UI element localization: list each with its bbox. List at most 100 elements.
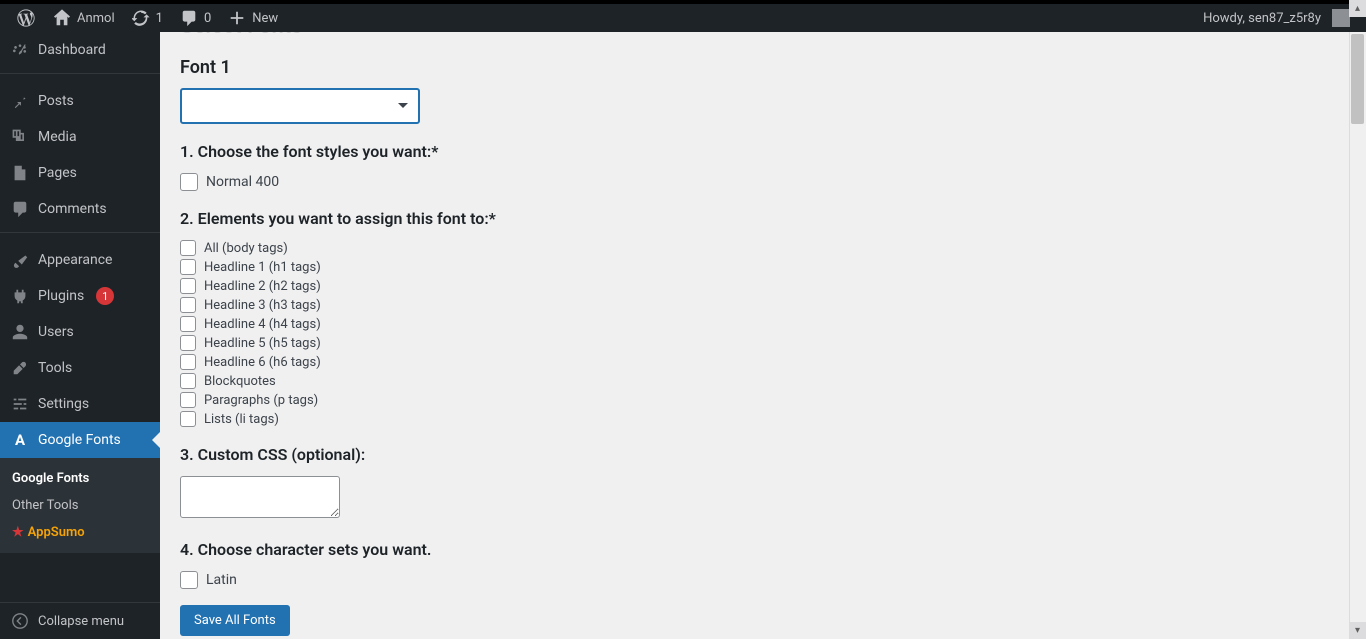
menu-appearance[interactable]: Appearance	[0, 242, 160, 278]
element-row-3[interactable]: Headline 3 (h3 tags)	[180, 297, 1346, 313]
menu-label: Plugins	[38, 288, 84, 304]
element-label: All (body tags)	[204, 241, 288, 256]
save-all-fonts-button[interactable]: Save All Fonts	[180, 605, 290, 636]
element-checkbox-2[interactable]	[180, 278, 196, 294]
menu-google-fonts[interactable]: A Google Fonts	[0, 422, 160, 458]
collapse-icon	[10, 611, 30, 631]
scrollbar-vertical[interactable]	[1349, 32, 1366, 639]
question-4: 4. Choose character sets you want.	[180, 540, 1346, 559]
admin-sidebar: Dashboard Posts Media Pages Comments App…	[0, 32, 160, 639]
element-label: Lists (li tags)	[204, 412, 279, 427]
wrench-icon	[10, 358, 30, 378]
element-checkbox-9[interactable]	[180, 411, 196, 427]
new-link[interactable]: New	[219, 4, 286, 32]
menu-label: Posts	[38, 93, 74, 109]
sliders-icon	[10, 394, 30, 414]
menu-plugins[interactable]: Plugins 1	[0, 278, 160, 314]
plugins-badge: 1	[96, 287, 114, 305]
element-label: Headline 6 (h6 tags)	[204, 355, 321, 370]
menu-label: Dashboard	[38, 42, 106, 58]
menu-users[interactable]: Users	[0, 314, 160, 350]
scroll-down-arrow[interactable]: ▾	[1349, 622, 1366, 639]
account-link[interactable]: Howdy, sen87_z5r8y	[1195, 4, 1358, 32]
wordpress-icon	[16, 8, 36, 28]
element-row-6[interactable]: Headline 6 (h6 tags)	[180, 354, 1346, 370]
comments-link[interactable]: 0	[171, 4, 219, 32]
updates-count: 1	[156, 11, 163, 26]
menu-comments[interactable]: Comments	[0, 191, 160, 227]
font-1-heading: Font 1	[180, 57, 1346, 78]
element-row-4[interactable]: Headline 4 (h4 tags)	[180, 316, 1346, 332]
style-normal-400-checkbox[interactable]	[180, 173, 198, 191]
collapse-label: Collapse menu	[38, 614, 124, 629]
updates-link[interactable]: 1	[123, 4, 171, 32]
element-checkbox-1[interactable]	[180, 259, 196, 275]
main-content: Select Fonts Font 1 1. Choose the font s…	[160, 32, 1366, 639]
menu-label: Tools	[38, 360, 72, 376]
comment-icon	[10, 199, 30, 219]
font-select[interactable]	[180, 88, 420, 124]
menu-label: Google Fonts	[38, 432, 121, 448]
new-label: New	[252, 11, 278, 26]
menu-label: Settings	[38, 396, 89, 412]
element-checkbox-0[interactable]	[180, 240, 196, 256]
brush-icon	[10, 250, 30, 270]
element-row-5[interactable]: Headline 5 (h5 tags)	[180, 335, 1346, 351]
charset-latin-checkbox[interactable]	[180, 571, 198, 589]
submenu-google-fonts: Google Fonts Other Tools ★ AppSumo	[0, 458, 160, 553]
element-checkbox-6[interactable]	[180, 354, 196, 370]
element-label: Headline 2 (h2 tags)	[204, 279, 321, 294]
dashboard-icon	[10, 40, 30, 60]
update-icon	[131, 8, 151, 28]
element-label: Paragraphs (p tags)	[204, 393, 318, 408]
menu-media[interactable]: Media	[0, 119, 160, 155]
menu-pages[interactable]: Pages	[0, 155, 160, 191]
element-row-2[interactable]: Headline 2 (h2 tags)	[180, 278, 1346, 294]
menu-dashboard[interactable]: Dashboard	[0, 32, 160, 68]
style-label: Normal 400	[206, 174, 279, 190]
comment-icon	[179, 8, 199, 28]
element-checkbox-7[interactable]	[180, 373, 196, 389]
element-label: Blockquotes	[204, 374, 276, 389]
collapse-menu[interactable]: Collapse menu	[0, 602, 160, 639]
admin-topbar: Anmol 1 0 New Howdy, sen87_z5r8y	[0, 0, 1366, 32]
element-label: Headline 1 (h1 tags)	[204, 260, 321, 275]
element-checkbox-3[interactable]	[180, 297, 196, 313]
font-icon: A	[10, 430, 30, 450]
submenu-appsumo[interactable]: ★ AppSumo	[0, 519, 160, 546]
submenu-other-tools[interactable]: Other Tools	[0, 492, 160, 519]
pin-icon	[10, 91, 30, 111]
question-1: 1. Choose the font styles you want:*	[180, 142, 1346, 161]
element-checkbox-8[interactable]	[180, 392, 196, 408]
element-checkbox-5[interactable]	[180, 335, 196, 351]
page-icon	[10, 163, 30, 183]
element-label: Headline 5 (h5 tags)	[204, 336, 321, 351]
charset-latin-row[interactable]: Latin	[180, 571, 1346, 589]
star-icon: ★	[12, 525, 24, 540]
site-link[interactable]: Anmol	[44, 4, 123, 32]
element-label: Headline 3 (h3 tags)	[204, 298, 321, 313]
element-checkbox-4[interactable]	[180, 316, 196, 332]
menu-label: Media	[38, 129, 77, 145]
element-row-7[interactable]: Blockquotes	[180, 373, 1346, 389]
element-label: Headline 4 (h4 tags)	[204, 317, 321, 332]
style-normal-400-row[interactable]: Normal 400	[180, 173, 1346, 191]
wp-logo[interactable]	[8, 4, 44, 32]
menu-separator	[0, 232, 160, 237]
plus-icon	[227, 8, 247, 28]
menu-settings[interactable]: Settings	[0, 386, 160, 422]
submenu-label: AppSumo	[28, 525, 85, 540]
custom-css-textarea[interactable]	[180, 476, 340, 518]
element-row-8[interactable]: Paragraphs (p tags)	[180, 392, 1346, 408]
plug-icon	[10, 286, 30, 306]
menu-tools[interactable]: Tools	[0, 350, 160, 386]
menu-posts[interactable]: Posts	[0, 83, 160, 119]
section-title-clipped: Select Fonts	[180, 32, 1346, 39]
scrollbar-thumb[interactable]	[1351, 34, 1364, 124]
menu-label: Pages	[38, 165, 77, 181]
element-row-1[interactable]: Headline 1 (h1 tags)	[180, 259, 1346, 275]
element-row-9[interactable]: Lists (li tags)	[180, 411, 1346, 427]
submenu-gfonts[interactable]: Google Fonts	[0, 465, 160, 492]
element-row-0[interactable]: All (body tags)	[180, 240, 1346, 256]
scroll-up-arrow[interactable]: ▴	[1349, 0, 1366, 17]
